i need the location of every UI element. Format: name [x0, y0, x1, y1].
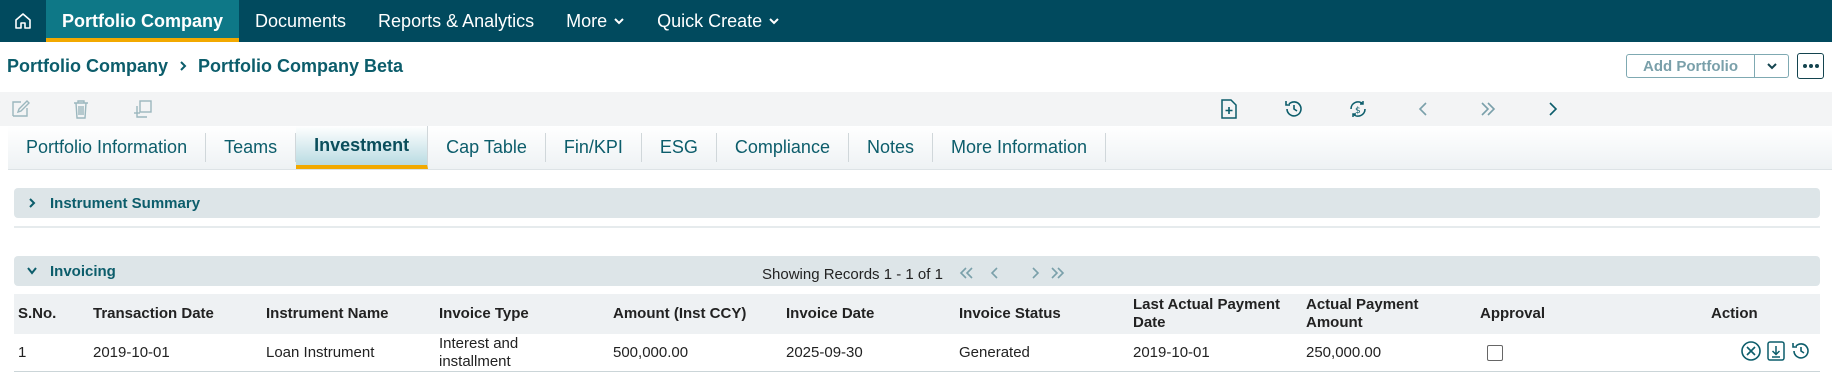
download-icon[interactable]: [1766, 340, 1786, 367]
cell-invoice-date: 2025-09-30: [786, 344, 863, 361]
ellipsis-icon: [1802, 64, 1819, 68]
edit-icon[interactable]: [7, 96, 33, 122]
first-page-icon[interactable]: [957, 264, 975, 285]
nav-more[interactable]: More: [550, 0, 641, 42]
next-record-icon[interactable]: [1540, 96, 1566, 122]
tab-fin-kpi[interactable]: Fin/KPI: [546, 133, 642, 162]
tab-label: Compliance: [734, 137, 830, 157]
chevron-down-icon: [614, 18, 624, 25]
table-header: S.No. Transaction Date Instrument Name I…: [14, 294, 1820, 334]
tab-label: Fin/KPI: [563, 137, 623, 157]
column-header[interactable]: Last Actual Payment Date: [1133, 294, 1298, 334]
nav-reports-analytics[interactable]: Reports & Analytics: [362, 0, 550, 42]
previous-record-icon[interactable]: [1410, 96, 1436, 122]
instrument-summary-header[interactable]: Instrument Summary: [14, 188, 1820, 218]
copy-icon[interactable]: [130, 96, 156, 122]
tab-cap-table[interactable]: Cap Table: [428, 133, 546, 162]
record-tabs: Portfolio Information Teams Investment C…: [8, 126, 1832, 170]
svg-text:$: $: [1355, 106, 1361, 116]
cell-payment-amount: 250,000.00: [1306, 344, 1382, 361]
column-header[interactable]: Invoice Type: [439, 294, 529, 334]
column-header[interactable]: Transaction Date: [93, 294, 214, 334]
tab-teams[interactable]: Teams: [206, 133, 297, 162]
cell-last-payment-date: 2019-10-01: [1133, 344, 1210, 361]
nav-portfolio-company[interactable]: Portfolio Company: [46, 0, 239, 42]
action-cell: [1740, 334, 1812, 372]
record-toolbar: $: [0, 92, 1832, 126]
cell-amount: 500,000.00: [613, 344, 689, 361]
nav-label: Documents: [255, 10, 347, 31]
breadcrumb-current: Portfolio Company Beta: [198, 56, 404, 76]
tab-label: Portfolio Information: [26, 137, 188, 157]
nav-documents[interactable]: Documents: [239, 0, 362, 42]
chevron-down-icon: [14, 266, 50, 276]
chevron-down-icon: [769, 18, 779, 25]
column-header[interactable]: Actual Payment Amount: [1306, 294, 1456, 334]
new-document-icon[interactable]: [1216, 96, 1242, 122]
chevron-right-icon: [178, 56, 188, 77]
chevron-right-icon: [14, 197, 50, 209]
tab-label: Notes: [866, 137, 914, 157]
breadcrumb-root[interactable]: Portfolio Company: [7, 56, 168, 77]
tab-label: Cap Table: [446, 137, 527, 157]
tab-more-information[interactable]: More Information: [933, 133, 1107, 162]
column-header: Action: [1711, 305, 1758, 322]
nav-label: Portfolio Company: [62, 10, 223, 31]
trash-icon[interactable]: [68, 96, 94, 122]
tab-investment[interactable]: Investment: [296, 126, 429, 169]
add-portfolio-button[interactable]: Add Portfolio: [1626, 54, 1789, 78]
approval-checkbox[interactable]: [1487, 345, 1503, 361]
column-header[interactable]: Invoice Status: [959, 294, 1061, 334]
history-icon[interactable]: [1790, 340, 1812, 367]
cancel-icon[interactable]: [1740, 340, 1762, 367]
breadcrumb: Portfolio Company Portfolio Company Beta: [7, 56, 403, 77]
last-page-icon[interactable]: [1049, 264, 1067, 285]
more-options-button[interactable]: [1797, 53, 1824, 79]
cell-sno: 1: [18, 344, 27, 361]
top-navigation: Portfolio Company Documents Reports & An…: [0, 0, 1832, 42]
approval-cell: [1487, 334, 1503, 372]
add-portfolio-label: Add Portfolio: [1643, 57, 1738, 75]
tab-esg[interactable]: ESG: [642, 133, 717, 162]
section-title: Instrument Summary: [50, 194, 201, 212]
tab-notes[interactable]: Notes: [849, 133, 933, 162]
tab-label: More Information: [950, 137, 1088, 157]
tab-compliance[interactable]: Compliance: [717, 133, 849, 162]
column-header[interactable]: S.No.: [18, 294, 56, 334]
cell-instrument-name: Loan Instrument: [266, 344, 375, 361]
home-icon[interactable]: [0, 0, 46, 42]
previous-page-icon[interactable]: [989, 264, 1001, 285]
cell-invoice-status: Generated: [959, 344, 1030, 361]
last-record-icon[interactable]: [1475, 96, 1501, 122]
column-header[interactable]: Invoice Date: [786, 294, 874, 334]
nav-label: Reports & Analytics: [378, 10, 535, 31]
section-divider: [14, 226, 1820, 228]
history-icon[interactable]: [1281, 96, 1307, 122]
cell-invoice-type: Interest and installment: [439, 335, 519, 370]
section-title: Invoicing: [50, 262, 116, 280]
column-header[interactable]: Amount (Inst CCY): [613, 294, 746, 334]
tab-label: Investment: [314, 135, 410, 155]
chevron-down-icon[interactable]: [1754, 55, 1788, 77]
pagination: Showing Records 1 - 1 of 1: [762, 264, 1067, 285]
tab-label: ESG: [659, 137, 698, 157]
cell-transaction-date: 2019-10-01: [93, 344, 170, 361]
record-count: Showing Records 1 - 1 of 1: [762, 266, 943, 283]
table-row[interactable]: 1 2019-10-01 Loan Instrument Interest an…: [14, 334, 1820, 372]
nav-quick-create[interactable]: Quick Create: [641, 0, 796, 42]
nav-label: More: [566, 10, 608, 31]
column-header[interactable]: Instrument Name: [266, 294, 389, 334]
next-page-icon[interactable]: [1029, 264, 1041, 285]
tab-label: Teams: [224, 137, 278, 157]
nav-label: Quick Create: [657, 10, 763, 31]
column-header[interactable]: Approval: [1480, 294, 1545, 334]
sync-currency-icon[interactable]: $: [1345, 96, 1371, 122]
tab-portfolio-information[interactable]: Portfolio Information: [8, 133, 207, 162]
